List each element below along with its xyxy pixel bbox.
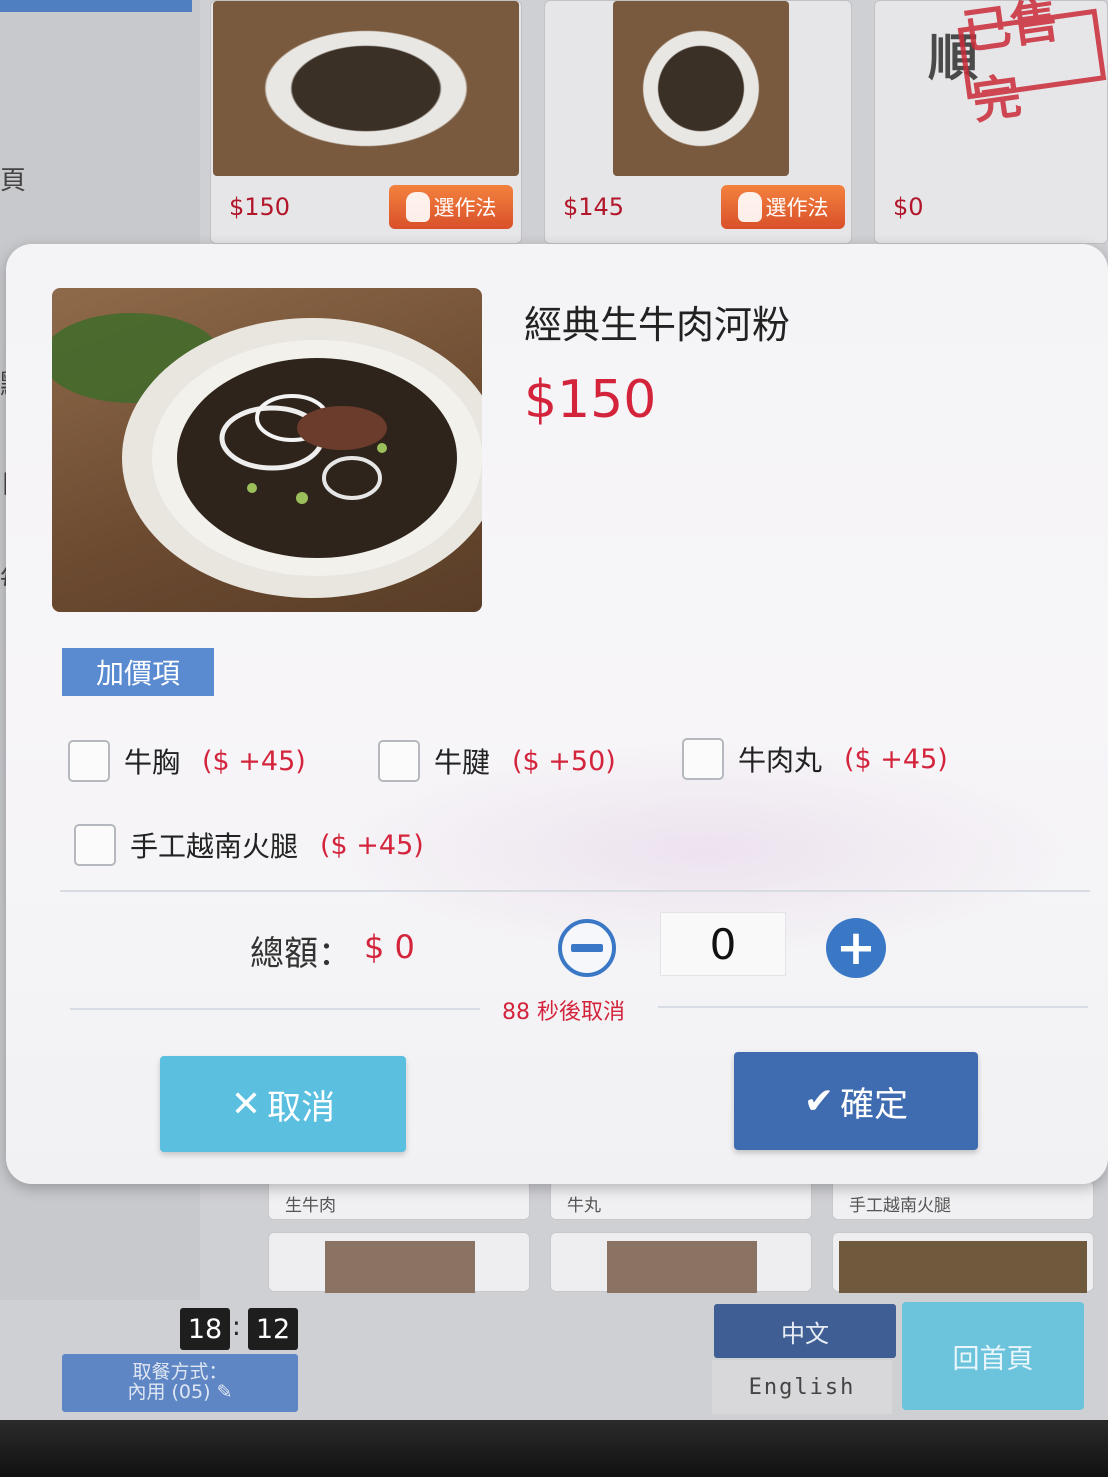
addon-name: 牛腱 [434,746,491,779]
addon-checkbox[interactable] [74,824,116,866]
divider [658,1006,1088,1008]
menu-card-image [613,1,789,176]
menu-card-price: $145 [563,193,625,221]
confirm-label: 確定 [840,1084,909,1125]
dish-price: $150 [524,370,657,430]
sold-out-stamp: 已售完 [957,0,1107,130]
sub-item-card[interactable]: 生牛肉 [268,1180,530,1220]
total-label: 總額： [250,934,352,974]
total-value: $ 0 [364,928,415,966]
addon-name: 牛肉丸 [738,744,823,777]
addon-checkbox[interactable] [682,738,724,780]
close-icon: ✕ [230,1083,262,1125]
cancel-button[interactable]: ✕ 取消 [160,1056,406,1152]
order-mode-button[interactable]: 取餐方式： 內用 (05) ✎ [62,1354,298,1412]
checkmark-icon: ✔ [803,1080,835,1122]
sidebar-active-bar [0,0,192,12]
item-options-dialog: 經典生牛肉河粉 $150 加價項 牛胸 ($ +45) 牛腱 ($ +50) 牛… [6,244,1108,1184]
sub-item-tile[interactable] [832,1232,1094,1293]
addon-name: 牛胸 [124,746,181,779]
sub-item-card[interactable]: 牛丸 [550,1180,812,1220]
dish-photo [52,288,482,612]
plus-icon: + [835,920,877,976]
hand-pointer-icon [737,192,762,222]
confirm-button[interactable]: ✔ 確定 [734,1052,978,1150]
quantity-display: 0 [660,912,786,976]
menu-card-image [213,1,519,176]
divider [70,1008,480,1010]
sidebar-item-text[interactable]: 頁 [0,160,26,197]
sub-item-image [607,1241,757,1293]
menu-card-price: $150 [229,193,291,221]
monitor-bezel [0,1420,1108,1477]
sub-item-image [325,1241,475,1293]
menu-card-price: $0 [893,193,924,221]
sub-item-image [839,1241,1087,1293]
increase-quantity-button[interactable]: + [826,918,886,978]
add-ons-section-label: 加價項 [62,648,214,696]
addon-option[interactable]: 手工越南火腿 ($ +45) [74,824,424,866]
auto-cancel-countdown: 88 秒後取消 [502,1000,625,1025]
addon-option[interactable]: 牛胸 ($ +45) [68,740,306,782]
order-mode-value: 內用 (05) [127,1381,211,1403]
addon-price: ($ +45) [320,829,424,861]
clock-hour: 18 [180,1308,230,1350]
addon-option[interactable]: 牛肉丸 ($ +45) [682,738,948,780]
pencil-icon: ✎ [216,1381,233,1403]
menu-card[interactable]: $145 選作法 [544,0,852,244]
clock-separator: : [232,1312,241,1342]
order-mode-label: 取餐方式： [132,1361,228,1383]
divider [60,890,1090,892]
addon-checkbox[interactable] [68,740,110,782]
minus-icon [571,944,603,952]
addon-price: ($ +45) [844,743,948,775]
addon-price: ($ +45) [202,745,306,777]
menu-card[interactable]: $150 選作法 [210,0,522,244]
addon-price: ($ +50) [512,745,616,777]
select-style-button[interactable]: 選作法 [389,185,513,229]
sub-item-tile[interactable] [550,1232,812,1293]
hand-pointer-icon [405,192,430,222]
sub-item-tile[interactable] [268,1232,530,1293]
dish-title: 經典生牛肉河粉 [524,303,791,347]
addon-option[interactable]: 牛腱 ($ +50) [378,740,616,782]
clock-minute: 12 [248,1308,298,1350]
home-button[interactable]: 回首頁 [902,1302,1084,1410]
select-style-button[interactable]: 選作法 [721,185,845,229]
language-chinese-button[interactable]: 中文 [714,1304,896,1358]
sub-item-card[interactable]: 手工越南火腿 [832,1180,1094,1220]
cancel-label: 取消 [267,1087,336,1128]
addon-name: 手工越南火腿 [130,830,299,863]
language-english-button[interactable]: English [712,1360,892,1414]
addon-checkbox[interactable] [378,740,420,782]
pho-bowl-image [52,313,482,598]
decrease-quantity-button[interactable] [558,919,616,977]
